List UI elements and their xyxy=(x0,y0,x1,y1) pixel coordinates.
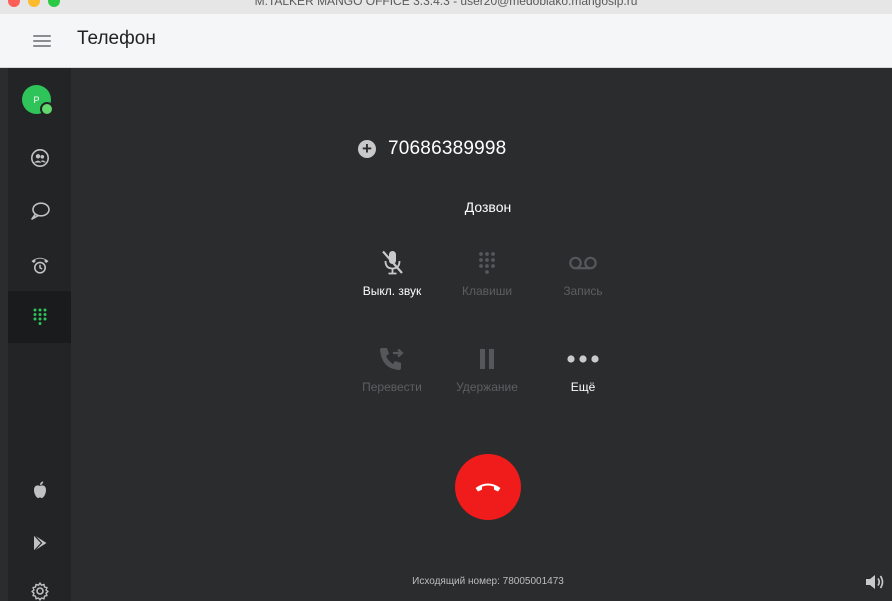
speaker-volume-icon[interactable] xyxy=(865,573,885,591)
app-header: Телефон xyxy=(0,14,892,68)
page-title: Телефон xyxy=(77,28,156,49)
dialpad-icon xyxy=(479,252,495,274)
keypad-button[interactable]: Клавиши xyxy=(442,246,532,298)
voicemail-icon xyxy=(569,256,597,270)
keypad-label: Клавиши xyxy=(461,284,513,298)
contacts-icon xyxy=(30,149,49,167)
apple-icon xyxy=(33,481,46,498)
mute-label: Выкл. звук xyxy=(362,284,422,298)
sidebar-item-contacts[interactable] xyxy=(8,132,71,184)
gear-icon xyxy=(30,582,49,601)
dialed-number-row: + 70686389998 xyxy=(358,138,506,160)
sidebar-item-google-play[interactable] xyxy=(8,517,71,569)
more-dots-icon xyxy=(567,355,599,363)
sidebar-item-settings[interactable] xyxy=(8,565,71,601)
sidebar-item-apple-store[interactable] xyxy=(8,464,71,516)
outgoing-number-label: Исходящий номер: 78005001473 xyxy=(412,576,564,587)
avatar[interactable]: P xyxy=(22,85,54,116)
sidebar-item-chats[interactable] xyxy=(8,185,71,237)
hamburger-menu-icon[interactable] xyxy=(33,35,51,48)
record-button[interactable]: Запись xyxy=(538,246,628,298)
dialpad-icon xyxy=(33,308,46,325)
sidebar-item-dialpad[interactable] xyxy=(8,291,71,343)
call-status: Дозвон xyxy=(464,199,512,215)
online-status-indicator xyxy=(40,102,54,116)
phone-number: 70686389998 xyxy=(388,138,507,159)
mute-button[interactable]: Выкл. звук xyxy=(347,246,437,298)
avatar-initial: P xyxy=(33,94,40,105)
microphone-off-icon xyxy=(382,250,403,275)
transfer-label: Перевести xyxy=(362,380,422,394)
more-button[interactable]: Ещё xyxy=(538,342,628,394)
pause-icon xyxy=(480,349,494,369)
transfer-button[interactable]: Перевести xyxy=(347,342,437,394)
record-label: Запись xyxy=(563,284,603,298)
hold-button[interactable]: Удержание xyxy=(442,342,532,394)
window-titlebar: M.TALKER MANGO OFFICE 3.3.4.3 - user20@m… xyxy=(0,0,892,14)
app-window: M.TALKER MANGO OFFICE 3.3.4.3 - user20@m… xyxy=(0,0,892,601)
hangup-button[interactable] xyxy=(455,454,521,520)
sidebar: P xyxy=(8,68,71,601)
sidebar-item-call-history[interactable] xyxy=(8,238,71,290)
phone-call-panel: + 70686389998 Дозвон Выкл. звук Клавиши … xyxy=(71,68,892,601)
window-title: M.TALKER MANGO OFFICE 3.3.4.3 - user20@m… xyxy=(254,0,638,8)
phone-clock-icon xyxy=(31,257,48,274)
call-transfer-icon xyxy=(380,348,404,370)
chat-icon xyxy=(30,202,50,220)
add-contact-icon[interactable]: + xyxy=(358,140,376,158)
play-icon xyxy=(33,534,46,552)
hangup-phone-icon xyxy=(475,483,501,492)
more-label: Ещё xyxy=(570,380,596,394)
hold-label: Удержание xyxy=(456,380,518,394)
